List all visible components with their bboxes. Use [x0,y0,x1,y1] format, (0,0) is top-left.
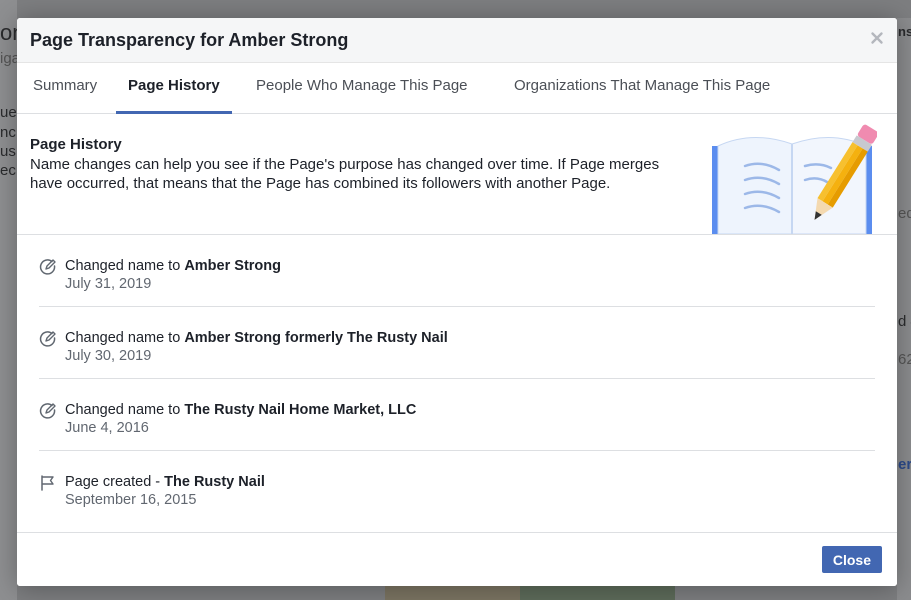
close-x-icon[interactable] [869,30,885,46]
intro-title: Page History [30,136,122,153]
entry-prefix: Changed name to [65,402,185,418]
background-photo [385,586,520,600]
entry-prefix: Page created - [65,474,165,490]
history-entry-date: July 31, 2019 [65,276,152,292]
entry-prefix: Changed name to [65,330,185,346]
page-transparency-dialog: Page Transparency for Amber Strong Summa… [17,18,897,586]
page-history-intro: Page History Name changes can help you s… [17,114,897,235]
history-entry: Changed name to Amber Strong July 31, 20… [39,235,875,307]
history-entry-date: June 4, 2016 [65,420,149,436]
entry-page-name: Amber Strong formerly The Rusty Nail [184,330,448,346]
history-entry-text: Changed name to Amber Strong [65,258,281,274]
history-entry-text: Changed name to The Rusty Nail Home Mark… [65,402,416,418]
tab-bar: Summary Page History People Who Manage T… [17,63,897,114]
background-text-fragment: ec [0,162,16,179]
tab-organizations-that-manage[interactable]: Organizations That Manage This Page [514,63,770,114]
history-entry-text: Page created - The Rusty Nail [65,474,265,490]
history-entry: Changed name to The Rusty Nail Home Mark… [39,379,875,451]
entry-page-name: The Rusty Nail [164,474,265,490]
background-photo [520,586,675,600]
entry-prefix: Changed name to [65,258,185,274]
tab-page-history[interactable]: Page History [116,63,232,114]
history-entry-text: Changed name to Amber Strong formerly Th… [65,330,448,346]
edit-name-icon [39,258,57,276]
background-left-panel [0,0,17,600]
background-text-fragment: ed [898,205,911,222]
background-text-fragment: nc [0,124,16,141]
dialog-header: Page Transparency for Amber Strong [17,18,897,63]
history-entry-date: September 16, 2015 [65,492,197,508]
background-text-fragment: ns [898,24,911,39]
intro-description: Name changes can help you see if the Pag… [30,156,660,192]
edit-name-icon [39,330,57,348]
edit-name-icon [39,402,57,420]
entry-page-name: Amber Strong [184,258,281,274]
tab-people-who-manage[interactable]: People Who Manage This Page [256,63,468,114]
history-entry-date: July 30, 2019 [65,348,152,364]
background-text-fragment: ue [0,104,17,121]
history-entry: Page created - The Rusty Nail September … [39,451,875,523]
background-right-panel [897,18,911,600]
dialog-title: Page Transparency for Amber Strong [30,30,349,50]
background-text-fragment: er f [898,456,911,473]
dialog-footer: Close [17,532,897,586]
background-text-fragment: us [0,143,16,160]
history-entry: Changed name to Amber Strong formerly Th… [39,307,875,379]
flag-icon [39,474,57,492]
tab-summary[interactable]: Summary [33,63,97,114]
book-pencil-illustration [707,122,879,239]
entry-page-name: The Rusty Nail Home Market, LLC [184,402,417,418]
background-text-fragment: d 4 [898,313,911,330]
close-button[interactable]: Close [821,546,882,573]
background-text-fragment: 62 [898,351,911,368]
